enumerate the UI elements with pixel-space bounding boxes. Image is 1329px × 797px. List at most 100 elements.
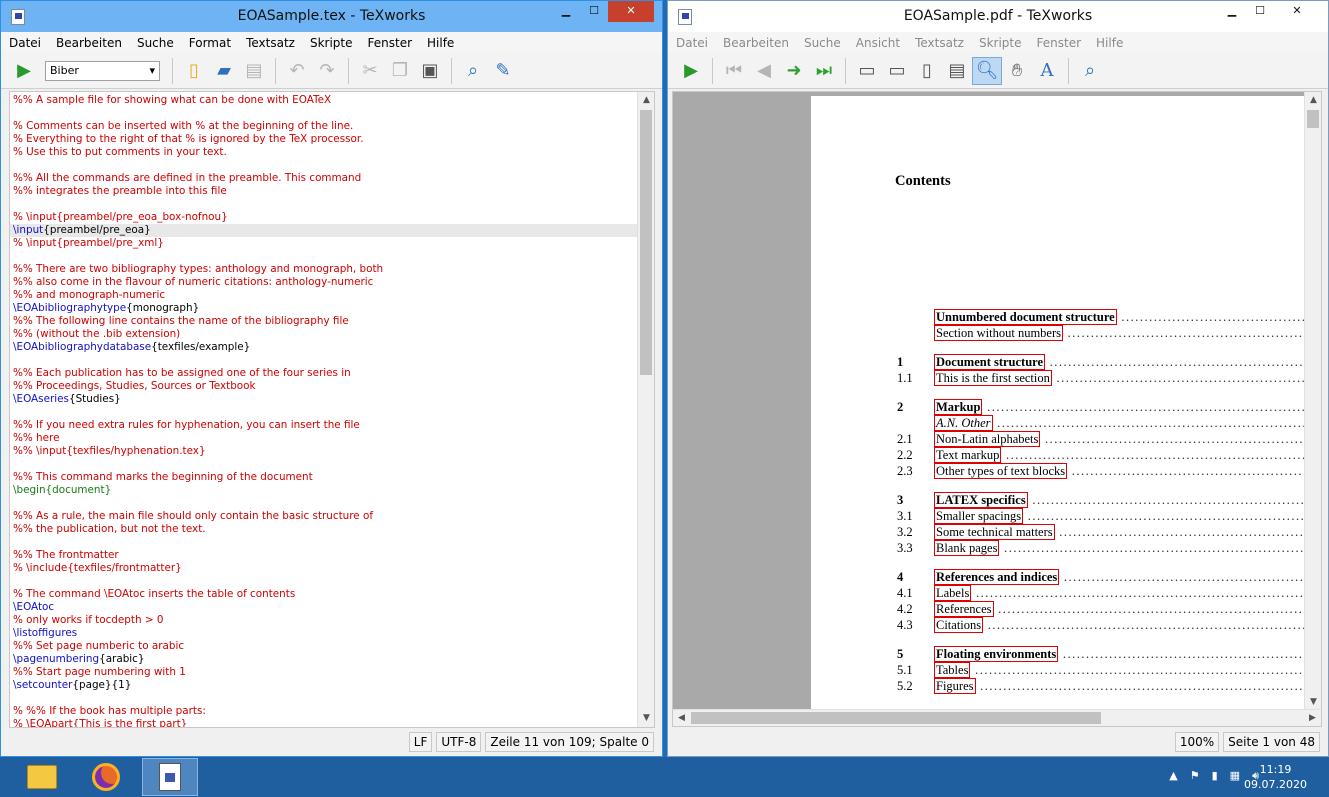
- clock[interactable]: 11:19 09.07.2020: [1244, 762, 1307, 792]
- zoom-indicator[interactable]: 100%: [1174, 732, 1220, 752]
- scrollbar-thumb[interactable]: [640, 110, 652, 375]
- fit-width-icon[interactable]: ▭: [882, 57, 912, 85]
- toc-entry[interactable]: 4.3 Citations ...........................…: [897, 617, 1306, 633]
- toc-entry[interactable]: Section without numbers ................…: [897, 325, 1306, 341]
- toc-link[interactable]: Other types of text blocks: [934, 463, 1068, 479]
- toc-link[interactable]: A.N. Other: [934, 415, 993, 431]
- scroll-left-icon[interactable]: ◀: [673, 710, 690, 726]
- text-select-icon[interactable]: A: [1032, 57, 1062, 85]
- scroll-right-icon[interactable]: ▶: [1304, 710, 1321, 726]
- menu-item-suche[interactable]: Suche: [137, 36, 174, 50]
- close-button[interactable]: ✕: [1274, 1, 1320, 22]
- pdf-viewer[interactable]: Contents Unnumbered document structure .…: [672, 91, 1322, 727]
- toc-link[interactable]: Tables: [934, 662, 971, 678]
- next-page-icon[interactable]: ➜: [779, 57, 809, 85]
- engine-select[interactable]: Biber ▾: [45, 60, 160, 81]
- typeset-play-icon[interactable]: ▶: [9, 57, 39, 85]
- toc-entry[interactable]: 3.1 Smaller spacings ....................…: [897, 508, 1306, 524]
- scrollbar-thumb[interactable]: [1307, 110, 1319, 128]
- toc-link[interactable]: References and indices: [934, 569, 1060, 585]
- toc-link[interactable]: Floating environments: [934, 646, 1059, 662]
- toc-link[interactable]: Markup: [934, 399, 983, 415]
- toc-entry[interactable]: 5 Floating environments .................…: [897, 646, 1306, 662]
- toc-link[interactable]: LATEX specifics: [934, 492, 1028, 508]
- toc-entry[interactable]: 3.3 Blank pages .........................…: [897, 540, 1306, 556]
- toc-entry[interactable]: 4 References and indices ................…: [897, 569, 1306, 585]
- previous-page-icon[interactable]: ◀: [749, 57, 779, 85]
- toc-link[interactable]: Blank pages: [934, 540, 1000, 556]
- copy-icon[interactable]: ❐: [385, 57, 415, 85]
- magnifier-tool-icon[interactable]: 🔍︎: [972, 56, 1002, 85]
- toc-entry[interactable]: 1.1 This is the first section ...........…: [897, 370, 1306, 386]
- typeset-play-icon[interactable]: ▶: [676, 57, 706, 85]
- toc-entry[interactable]: 3 LATEX specifics .......................…: [897, 492, 1306, 508]
- new-file-icon[interactable]: ▯: [179, 57, 209, 85]
- maximize-button[interactable]: ☐: [1246, 1, 1274, 22]
- menu-item-fenster[interactable]: Fenster: [1037, 36, 1082, 50]
- menu-item-hilfe[interactable]: Hilfe: [427, 36, 454, 50]
- actual-size-icon[interactable]: ▭: [852, 57, 882, 85]
- last-page-icon[interactable]: ⏭: [809, 57, 839, 85]
- toc-entry[interactable]: 5.1 Tables ..............................…: [897, 662, 1306, 678]
- toc-entry[interactable]: 3.2 Some technical matters ..............…: [897, 524, 1306, 540]
- fit-page-icon[interactable]: ▯: [912, 57, 942, 85]
- hand-tool-icon[interactable]: ✋︎: [1002, 57, 1032, 85]
- line-ending-indicator[interactable]: LF: [408, 732, 433, 752]
- toc-entry[interactable]: 2.1 Non-Latin alphabets .................…: [897, 431, 1306, 447]
- toc-entry[interactable]: 5.2 Figures .............................…: [897, 678, 1306, 694]
- tray-expand-icon[interactable]: ▲: [1169, 769, 1177, 783]
- menu-item-suche[interactable]: Suche: [804, 36, 841, 50]
- open-folder-icon[interactable]: ▰: [209, 57, 239, 85]
- minimize-button[interactable]: ▁: [552, 1, 580, 22]
- scroll-up-icon[interactable]: ▲: [638, 92, 654, 109]
- battery-icon[interactable]: ▮: [1212, 769, 1218, 783]
- scroll-down-icon[interactable]: ▼: [638, 710, 654, 727]
- fit-content-icon[interactable]: ▤: [942, 57, 972, 85]
- menu-item-skripte[interactable]: Skripte: [979, 36, 1022, 50]
- menu-item-fenster[interactable]: Fenster: [368, 36, 413, 50]
- first-page-icon[interactable]: ⏮: [719, 57, 749, 85]
- replace-icon[interactable]: ✎: [488, 57, 518, 85]
- file-explorer-button[interactable]: [14, 758, 70, 796]
- menu-item-hilfe[interactable]: Hilfe: [1096, 36, 1123, 50]
- pdf-horizontal-scrollbar[interactable]: ◀ ▶: [673, 709, 1321, 726]
- toc-link[interactable]: This is the first section: [934, 370, 1052, 386]
- pdf-vertical-scrollbar[interactable]: ▲ ▼: [1304, 92, 1321, 711]
- find-icon[interactable]: ⌕: [1075, 57, 1105, 85]
- editor-vertical-scrollbar[interactable]: ▲ ▼: [637, 92, 654, 727]
- close-button[interactable]: ✕: [608, 1, 654, 22]
- page-indicator[interactable]: Seite 1 von 48: [1223, 732, 1320, 752]
- toc-entry[interactable]: 4.1 Labels ..............................…: [897, 585, 1306, 601]
- toc-link[interactable]: Non-Latin alphabets: [934, 431, 1041, 447]
- toc-link[interactable]: Document structure: [934, 354, 1046, 370]
- toc-link[interactable]: Text markup: [934, 447, 1002, 463]
- encoding-indicator[interactable]: UTF-8: [436, 732, 482, 752]
- scrollbar-thumb[interactable]: [691, 712, 1101, 724]
- texworks-taskbar-button[interactable]: [142, 758, 198, 796]
- tray-flag-icon[interactable]: ⚑: [1190, 769, 1200, 783]
- toc-entry[interactable]: 2.2 Text markup .........................…: [897, 447, 1306, 463]
- toc-entry[interactable]: 1 Document structure ....................…: [897, 354, 1306, 370]
- find-icon[interactable]: ⌕: [458, 57, 488, 85]
- toc-entry[interactable]: A.N. Other .............................…: [897, 415, 1306, 431]
- undo-icon[interactable]: ↶: [282, 57, 312, 85]
- network-icon[interactable]: ▦: [1230, 769, 1240, 783]
- toc-link[interactable]: Figures: [934, 678, 976, 694]
- toc-link[interactable]: Unnumbered document structure: [934, 309, 1117, 325]
- toc-link[interactable]: Section without numbers: [934, 325, 1063, 341]
- menu-item-datei[interactable]: Datei: [676, 36, 708, 50]
- menu-item-textsatz[interactable]: Textsatz: [246, 36, 295, 50]
- menu-item-bearbeiten[interactable]: Bearbeiten: [56, 36, 122, 50]
- redo-icon[interactable]: ↷: [312, 57, 342, 85]
- cut-icon[interactable]: ✂: [355, 57, 385, 85]
- source-editor[interactable]: %% A sample file for showing what can be…: [9, 91, 655, 728]
- editor-titlebar[interactable]: EOASample.tex - TeXworks ▁ ☐ ✕: [1, 1, 662, 32]
- maximize-button[interactable]: ☐: [580, 1, 608, 22]
- paste-icon[interactable]: ▣: [415, 57, 445, 85]
- toc-link[interactable]: Some technical matters: [934, 524, 1055, 540]
- menu-item-datei[interactable]: Datei: [9, 36, 41, 50]
- toc-link[interactable]: Citations: [934, 617, 984, 633]
- toc-link[interactable]: References: [934, 601, 994, 617]
- menu-item-ansicht[interactable]: Ansicht: [856, 36, 900, 50]
- toc-entry[interactable]: 4.2 References ..........................…: [897, 601, 1306, 617]
